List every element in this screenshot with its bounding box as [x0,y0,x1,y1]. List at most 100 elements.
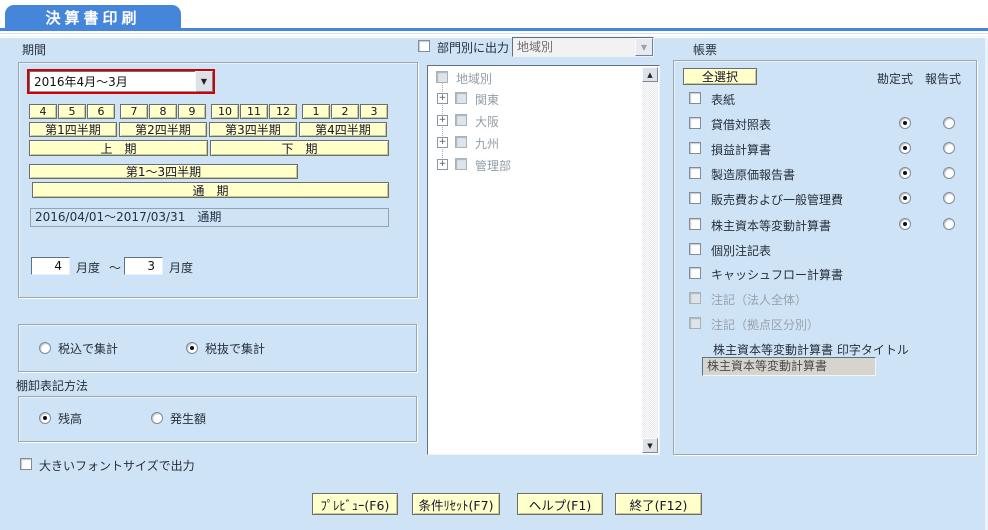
large-font-checkbox[interactable] [20,458,32,470]
first-half-button[interactable]: 上 期 [29,140,208,156]
full-period-button[interactable]: 通 期 [32,182,389,198]
report-label: 表紙 [711,93,736,107]
department-output-checkbox[interactable] [418,40,430,52]
expand-plus-icon[interactable]: + [437,159,448,170]
reports-groupbox: 全選択 勘定式 報告式 表紙 貸借対照表 損益計算書 製造原価報告書 販売費およ… [673,60,977,455]
help-button[interactable]: ヘルプ(F1) [517,493,603,515]
page-title: 決算書印刷 [5,5,181,31]
month-button[interactable]: 9 [178,104,206,119]
month-button[interactable]: 6 [87,104,115,119]
chevron-down-icon[interactable]: ▼ [195,71,213,92]
account-format-radio[interactable] [899,192,911,204]
tree-item-label: 関東 [475,93,500,107]
month-button[interactable]: 3 [360,104,388,119]
account-format-radio[interactable] [899,167,911,179]
report-checkbox[interactable] [689,243,701,255]
occurrence-radio[interactable] [151,412,163,424]
quarter-button[interactable]: 第4四半期 [299,122,387,137]
report-format-header: 報告式 [925,72,962,86]
quarter-button[interactable]: 第1四半期 [29,122,117,137]
balance-label: 残高 [58,412,83,426]
report-checkbox[interactable] [689,92,701,104]
tree-checkbox[interactable] [455,136,467,148]
second-half-button[interactable]: 下 期 [210,140,389,156]
month-button[interactable]: 1 [302,104,330,119]
tree-item-label: 管理部 [475,159,512,173]
print-title-input[interactable]: 株主資本等変動計算書 [702,357,876,376]
quarter-button[interactable]: 第3四半期 [209,122,297,137]
scroll-up-icon[interactable]: ▲ [642,67,658,82]
month-to-unit-label: 月度 [169,261,194,275]
account-format-radio[interactable] [899,117,911,129]
quarter-button[interactable]: 第2四半期 [119,122,207,137]
tree-item-label: 九州 [475,137,500,151]
inventory-section-label: 棚卸表記方法 [16,379,89,393]
report-checkbox[interactable] [689,218,701,230]
report-checkbox[interactable] [689,167,701,179]
month-button[interactable]: 12 [269,104,297,119]
tax-excluded-label: 税抜で集計 [205,342,266,356]
month-range-tilde: 〜 [109,261,122,275]
department-type-value: 地域別 [517,40,554,54]
decorative-stripes [0,31,988,38]
report-label: 製造原価報告書 [711,168,796,182]
preview-button[interactable]: ﾌﾟﾚﾋﾞｭｰ(F6) [312,493,398,515]
month-button[interactable]: 2 [331,104,359,119]
report-format-radio[interactable] [943,117,955,129]
tree-checkbox[interactable] [455,92,467,104]
q1-to-q3-button[interactable]: 第1〜3四半期 [29,164,298,179]
report-row: 注記（拠点区分別） [674,316,976,332]
month-button[interactable]: 10 [211,104,239,119]
period-section-label: 期間 [22,43,47,57]
month-button[interactable]: 7 [120,104,148,119]
report-row: キャッシュフロー計算書 [674,266,976,282]
tree-checkbox[interactable] [436,71,448,83]
month-from-input[interactable]: 4 [31,257,70,275]
tax-excluded-radio[interactable] [186,342,198,354]
report-row: 個別注記表 [674,242,976,258]
report-format-radio[interactable] [943,142,955,154]
report-checkbox[interactable] [689,267,701,279]
expand-plus-icon[interactable]: + [437,115,448,126]
expand-plus-icon[interactable]: + [437,93,448,104]
report-label: キャッシュフロー計算書 [711,268,844,282]
occurrence-label: 発生額 [170,412,207,426]
report-checkbox[interactable] [689,117,701,129]
inventory-groupbox: 残高 発生額 [18,396,417,442]
account-format-radio[interactable] [899,218,911,230]
month-button[interactable]: 5 [58,104,86,119]
report-format-radio[interactable] [943,167,955,179]
period-groupbox: 2016年4月〜3月 ▼ 4 5 6 7 8 9 10 11 12 1 2 3 … [18,62,418,298]
large-font-label: 大きいフォントサイズで出力 [39,459,195,473]
tree-checkbox[interactable] [455,158,467,170]
report-row: 損益計算書 [674,141,976,157]
expand-plus-icon[interactable]: + [437,137,448,148]
month-button[interactable]: 8 [149,104,177,119]
balance-radio[interactable] [39,412,51,424]
fiscal-year-combobox[interactable]: 2016年4月〜3月 ▼ [27,69,215,94]
report-checkbox[interactable] [689,192,701,204]
month-button-row: 4 5 6 7 8 9 10 11 12 1 2 3 [29,104,388,119]
month-from-unit-label: 月度 [76,261,101,275]
exit-button[interactable]: 終了(F12) [615,493,702,515]
tax-included-radio[interactable] [39,342,51,354]
tree-item-label: 地域別 [456,72,493,86]
department-type-combobox: 地域別 ▼ [512,37,654,57]
print-dialog: 決算書印刷 期間 2016年4月〜3月 ▼ 4 5 6 7 8 9 10 11 … [0,0,988,530]
month-to-input[interactable]: 3 [124,257,163,275]
reset-conditions-button[interactable]: 条件ﾘｾｯﾄ(F7) [412,493,500,515]
select-all-button[interactable]: 全選択 [683,68,757,85]
tree-scrollbar[interactable]: ▲ ▼ [642,67,658,453]
month-button[interactable]: 11 [240,104,268,119]
report-row: 注記（法人全体） [674,291,976,307]
tax-groupbox: 税込で集計 税抜で集計 [18,324,417,372]
report-row: 表紙 [674,91,976,107]
month-button[interactable]: 4 [29,104,57,119]
report-format-radio[interactable] [943,218,955,230]
report-format-radio[interactable] [943,192,955,204]
account-format-radio[interactable] [899,142,911,154]
report-checkbox[interactable] [689,142,701,154]
print-title-label: 株主資本等変動計算書 印字タイトル [713,343,909,357]
tree-checkbox[interactable] [455,114,467,126]
scroll-down-icon[interactable]: ▼ [642,438,658,453]
